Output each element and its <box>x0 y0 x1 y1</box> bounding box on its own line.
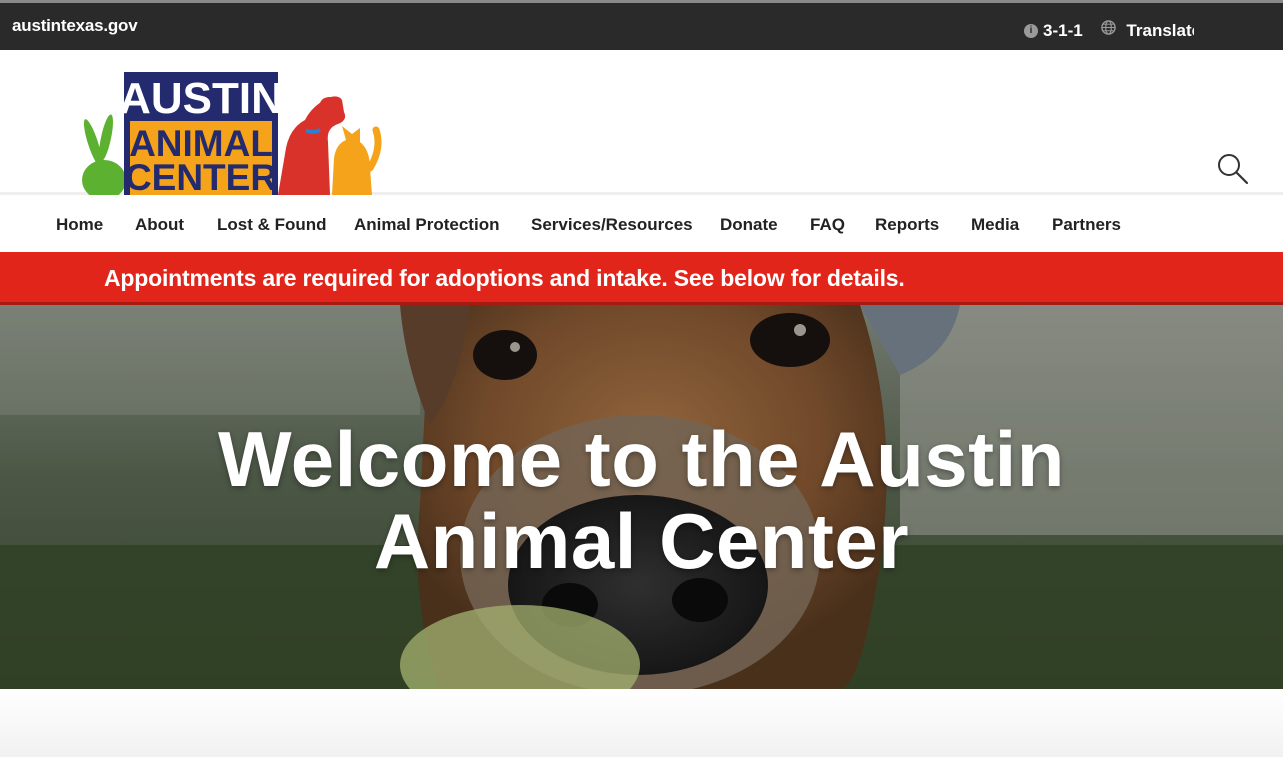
nav-item-partners[interactable]: Partners <box>1052 215 1121 235</box>
translate-link[interactable]: Translate <box>1126 21 1194 41</box>
austintexas-gov-link[interactable]: austintexas.gov <box>12 16 138 36</box>
utility-links: i 3-1-1 Translate <box>1024 20 1194 44</box>
nav-item-about[interactable]: About <box>135 215 184 235</box>
site-header: AUSTIN ANIMAL CENTER <box>0 50 1283 195</box>
globe-icon <box>1101 20 1117 35</box>
main-nav: Home About Lost & Found Animal Protectio… <box>0 198 1283 252</box>
hero-title-line2: Animal Center <box>373 497 910 585</box>
hero-title-line1: Welcome to the Austin <box>218 415 1065 503</box>
nav-item-media[interactable]: Media <box>971 215 1019 235</box>
utility-bar: austintexas.gov i 3-1-1 Translate <box>0 0 1283 50</box>
nav-item-services-resources[interactable]: Services/Resources <box>531 215 693 235</box>
logo-text-austin: AUSTIN <box>119 74 283 123</box>
alert-banner: Appointments are required for adoptions … <box>0 252 1283 305</box>
nav-item-animal-protection[interactable]: Animal Protection <box>354 215 499 235</box>
austin-animal-center-logo[interactable]: AUSTIN ANIMAL CENTER <box>80 68 382 195</box>
nav-item-reports[interactable]: Reports <box>875 215 939 235</box>
nav-item-home[interactable]: Home <box>56 215 103 235</box>
search-icon[interactable] <box>1217 153 1249 185</box>
nav-item-lost-found[interactable]: Lost & Found <box>217 215 327 235</box>
alert-message-link[interactable]: Appointments are required for adoptions … <box>104 265 905 292</box>
hero-banner: Welcome to the Austin Animal Center <box>0 305 1283 689</box>
hero-title: Welcome to the Austin Animal Center <box>0 418 1283 582</box>
phone-311-link[interactable]: 3-1-1 <box>1043 21 1083 41</box>
content-area-top <box>0 689 1283 757</box>
nav-item-faq[interactable]: FAQ <box>810 215 845 235</box>
nav-item-donate[interactable]: Donate <box>720 215 778 235</box>
logo-text-center: CENTER <box>125 157 277 195</box>
info-icon: i <box>1024 23 1038 38</box>
